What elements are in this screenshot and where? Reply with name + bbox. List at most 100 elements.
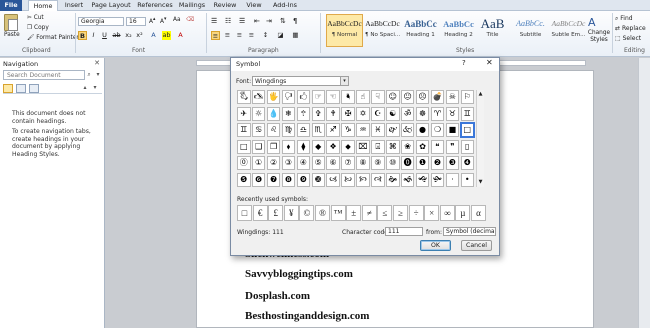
tab-pages-view[interactable] (16, 84, 26, 93)
symbol-cell[interactable]: ♏ (311, 123, 325, 137)
symbol-cell[interactable]: 🕆 (296, 106, 311, 121)
symbol-cell[interactable]: ⓿ (400, 156, 415, 170)
from-select[interactable]: Symbol (decimal) (443, 227, 496, 236)
symbol-cell[interactable]: ❒ (266, 139, 281, 154)
search-document-input[interactable]: Search Document (3, 70, 85, 80)
numbering-icon[interactable]: ☷ (225, 17, 231, 25)
symbol-cell[interactable]: ⍓ (371, 139, 385, 154)
previous-icon[interactable]: ▴ (81, 83, 89, 93)
symbol-cell[interactable]: ❸ (445, 156, 460, 170)
symbol-cell[interactable]: ♐ (326, 123, 340, 137)
tab-headings-view[interactable] (3, 84, 13, 93)
strikethrough-icon[interactable]: ab (112, 31, 121, 40)
font-select[interactable]: Wingdings ▾ (252, 76, 349, 86)
search-icon[interactable]: ⌕ (85, 70, 93, 80)
symbol-cell[interactable]: ✞ (311, 106, 325, 121)
symbol-cell[interactable]: ☸ (415, 106, 430, 121)
symbol-cell[interactable]: 🖐 (266, 90, 281, 104)
cut-button[interactable]: ✂ Cut (27, 15, 44, 21)
symbol-cell[interactable]: ॐ (400, 106, 415, 121)
chevron-down-icon[interactable]: ▾ (94, 70, 102, 80)
symbol-cell[interactable]: 🙟 (430, 172, 445, 187)
symbol-cell[interactable]: ❍ (430, 123, 445, 137)
justify-icon[interactable]: ≡ (247, 31, 256, 40)
pilcrow-icon[interactable]: ¶ (293, 17, 297, 25)
symbol-cell[interactable]: ❞ (445, 139, 460, 154)
symbol-cell[interactable]: ♉ (445, 106, 460, 121)
tab-add-ins[interactable]: Add-Ins (270, 0, 300, 11)
symbol-cell[interactable]: ■ (445, 123, 460, 137)
symbol-cell[interactable]: ③ (281, 156, 296, 170)
symbol-cell[interactable]: 💧 (266, 106, 281, 121)
replace-button[interactable]: ⇄ Replace (615, 25, 646, 32)
symbol-cell[interactable]: ♊ (237, 123, 251, 137)
recent-symbol-cell[interactable]: ≤ (377, 205, 393, 221)
document-line[interactable]: Savvybloggingtips.com (245, 268, 353, 280)
change-styles-button[interactable]: Change Styles (587, 30, 611, 43)
cancel-button[interactable]: Cancel (461, 240, 492, 251)
symbol-cell[interactable]: ☯ (386, 106, 400, 121)
recent-symbol-cell[interactable]: ± (346, 205, 362, 221)
symbol-cell[interactable]: ❹ (460, 156, 474, 170)
tab-review[interactable]: Review (211, 0, 239, 11)
symbol-cell[interactable]: ● (415, 123, 430, 137)
symbol-cell[interactable]: ☞ (311, 90, 325, 104)
change-case-icon[interactable]: Aa (173, 17, 181, 23)
symbol-cell[interactable]: ❖ (326, 139, 340, 154)
symbol-cell[interactable]: ❾ (296, 172, 311, 187)
bullets-icon[interactable]: ☰ (211, 17, 217, 25)
symbol-cell[interactable]: ❀ (400, 139, 415, 154)
symbol-cell[interactable]: ⧫ (296, 139, 311, 154)
symbol-cell[interactable]: ♍ (281, 123, 296, 137)
scroll-up-icon[interactable]: ▲ (477, 91, 484, 97)
symbol-cell[interactable]: ✠ (341, 106, 355, 121)
symbol-cell[interactable]: ❿ (311, 172, 325, 187)
symbol-cell[interactable]: ⑨ (371, 156, 385, 170)
symbol-cell[interactable]: ⚐ (460, 90, 474, 104)
change-styles-icon[interactable]: A (588, 16, 596, 29)
vertical-scrollbar[interactable] (638, 58, 650, 328)
underline-button[interactable]: U (100, 31, 109, 40)
recent-symbol-cell[interactable]: □ (237, 205, 252, 221)
symbol-cell[interactable]: ⑥ (326, 156, 340, 170)
symbol-cell[interactable]: ♈ (430, 106, 445, 121)
symbol-cell[interactable]: ❶ (415, 156, 430, 170)
help-icon[interactable]: ? (462, 59, 466, 67)
copy-button[interactable]: ❐ Copy (27, 25, 49, 31)
recent-symbol-cell[interactable]: α (471, 205, 486, 221)
sort-icon[interactable]: ⇅ (280, 17, 286, 25)
select-button[interactable]: ⬚ Select (615, 35, 641, 42)
symbol-cell[interactable]: ♎ (296, 123, 311, 137)
recent-symbol-cell[interactable]: µ (455, 205, 471, 221)
symbol-cell[interactable]: 💣 (430, 90, 445, 104)
symbol-cell[interactable]: ☟ (371, 90, 385, 104)
symbol-cell[interactable]: ❼ (266, 172, 281, 187)
symbol-cell[interactable]: □ (459, 122, 475, 138)
recent-symbol-cell[interactable]: © (299, 205, 315, 221)
close-icon[interactable]: ✕ (486, 58, 493, 67)
recent-symbol-cell[interactable]: ≠ (361, 205, 377, 221)
symbol-cell[interactable]: ♌ (266, 123, 281, 137)
symbol-cell[interactable]: ✿ (415, 139, 430, 154)
recent-symbol-cell[interactable]: ÷ (408, 205, 424, 221)
paste-icon[interactable] (4, 14, 18, 31)
symbol-cell[interactable]: ① (251, 156, 266, 170)
symbol-cell[interactable]: ♊ (460, 106, 474, 121)
shrink-font-icon[interactable]: A▾ (160, 17, 166, 25)
symbol-cell[interactable]: ▯ (460, 139, 474, 154)
symbol-cell[interactable]: ♒ (356, 123, 370, 137)
chevron-down-icon[interactable]: ▾ (340, 77, 348, 85)
symbol-cell[interactable]: ④ (296, 156, 311, 170)
symbol-cell[interactable]: 🖣 (341, 90, 355, 104)
symbol-cell[interactable]: ♑ (341, 123, 355, 137)
grid-scrollbar[interactable]: ▲ ▼ (476, 90, 484, 187)
symbol-cell[interactable]: 🖒 (296, 90, 311, 104)
style-heading-1[interactable]: AaBbCc Heading 1 (402, 14, 439, 47)
symbol-cell[interactable]: 🙣 (371, 172, 385, 187)
align-right-icon[interactable]: ≡ (235, 31, 244, 40)
superscript-icon[interactable]: x² (135, 31, 144, 40)
tab-mailings[interactable]: Mailings (177, 0, 207, 11)
document-line[interactable]: Dosplash.com (245, 290, 310, 302)
style-normal[interactable]: AaBbCcDc ¶ Normal (326, 14, 363, 47)
text-effects-icon[interactable]: A (149, 31, 158, 40)
